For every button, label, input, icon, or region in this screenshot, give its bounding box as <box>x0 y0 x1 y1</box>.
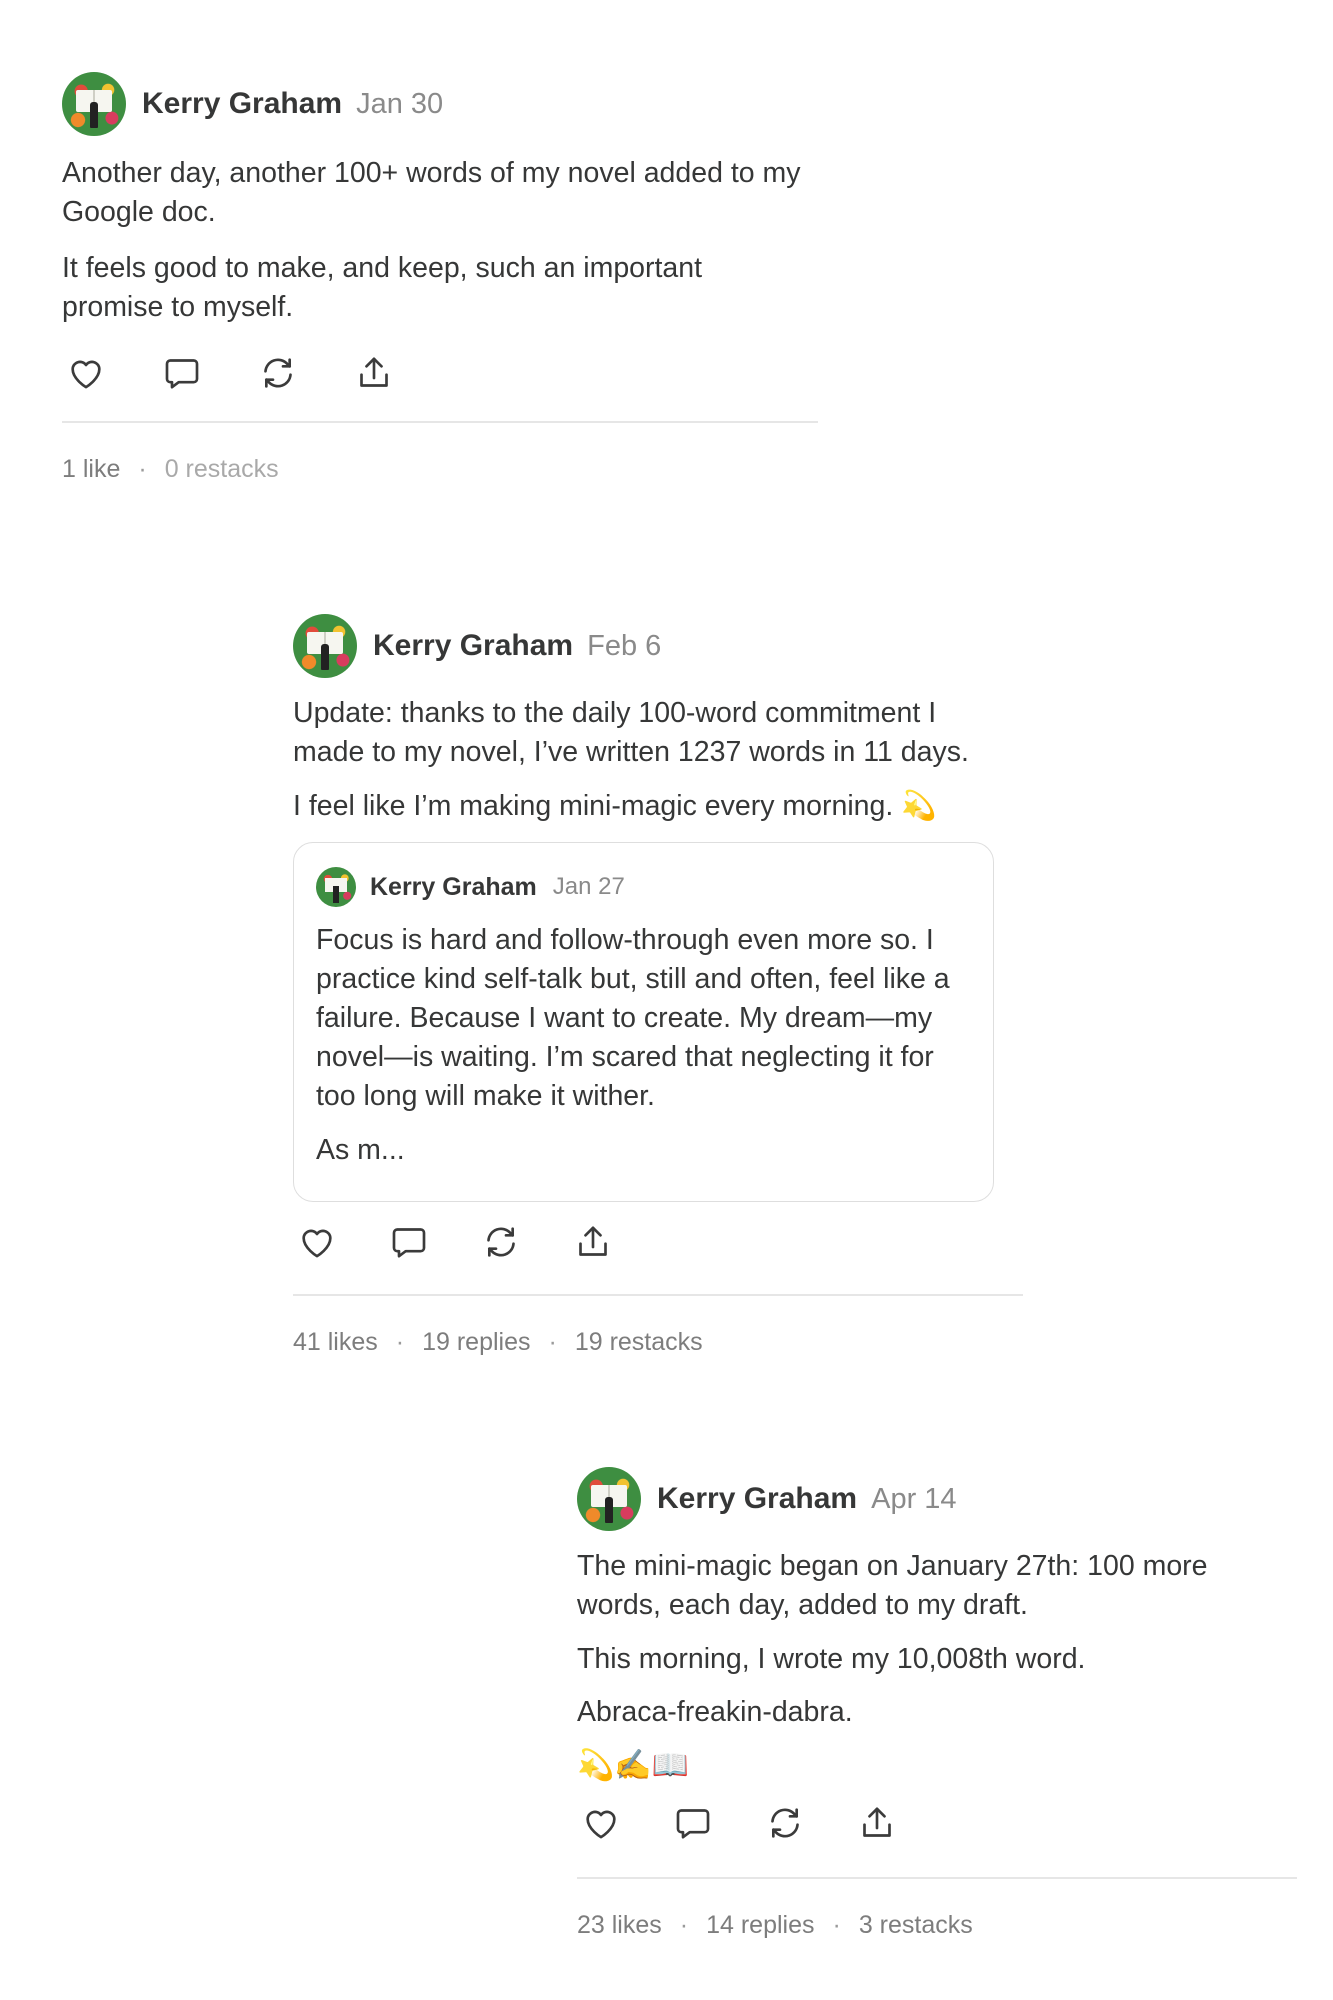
comment-icon <box>676 1809 710 1839</box>
share-button[interactable] <box>569 1218 617 1266</box>
note-2: Kerry Graham Feb 6 Update: thanks to the… <box>293 614 1033 1357</box>
note-date[interactable]: Jan 30 <box>356 88 443 121</box>
quoted-note-date: Jan 27 <box>552 873 625 900</box>
stat-separator: · <box>548 1328 557 1356</box>
comment-icon <box>165 359 199 389</box>
stat-separator: · <box>679 1911 689 1939</box>
quoted-note-paragraph: Focus is hard and follow-through even mo… <box>316 924 950 1112</box>
note-header: Kerry Graham Apr 14 <box>577 1467 1317 1531</box>
replies-count[interactable]: 14 replies <box>706 1911 814 1940</box>
divider <box>293 1294 1023 1296</box>
share-button[interactable] <box>853 1799 901 1847</box>
share-icon <box>360 357 388 387</box>
comment-button[interactable] <box>385 1218 433 1266</box>
likes-count[interactable]: 41 likes <box>293 1328 378 1357</box>
restacks-count[interactable]: 0 restacks <box>165 455 279 484</box>
share-icon <box>863 1807 891 1837</box>
author-name[interactable]: Kerry Graham <box>142 87 342 121</box>
note-stats: 23 likes · 14 replies · 3 restacks <box>577 1911 1317 1940</box>
action-bar <box>293 1218 633 1266</box>
quoted-author-name: Kerry Graham <box>370 872 537 901</box>
restack-icon <box>487 1227 515 1257</box>
note-header: Kerry Graham Jan 30 <box>62 72 822 136</box>
restack-icon <box>264 358 292 388</box>
likes-count[interactable]: 23 likes <box>577 1911 662 1940</box>
comment-icon <box>392 1228 426 1258</box>
action-bar <box>62 349 402 397</box>
author-name[interactable]: Kerry Graham <box>373 629 573 663</box>
comment-button[interactable] <box>158 349 206 397</box>
restacks-count[interactable]: 3 restacks <box>859 1911 973 1940</box>
divider <box>62 421 818 423</box>
replies-count[interactable]: 19 replies <box>422 1328 530 1357</box>
note-paragraph: It feels good to make, and keep, such an… <box>62 252 703 323</box>
avatar[interactable] <box>293 614 357 678</box>
avatar[interactable] <box>62 72 126 136</box>
note-date[interactable]: Apr 14 <box>871 1483 956 1516</box>
share-button[interactable] <box>350 349 398 397</box>
note-1: Kerry Graham Jan 30 Another day, another… <box>62 72 822 484</box>
stat-separator: · <box>395 1328 405 1356</box>
action-bar <box>577 1799 917 1847</box>
stat-separator: · <box>832 1911 841 1939</box>
note-paragraph: Update: thanks to the daily 100-word com… <box>293 697 969 768</box>
note-paragraph: This morning, I wrote my 10,008th word. <box>577 1643 1086 1675</box>
like-button[interactable] <box>293 1218 341 1266</box>
quoted-note-header: Kerry Graham Jan 27 <box>316 867 976 907</box>
comment-button[interactable] <box>669 1799 717 1847</box>
stat-separator: · <box>138 455 147 483</box>
heart-icon <box>302 1229 332 1258</box>
note-stats: 1 like · 0 restacks <box>62 455 822 484</box>
note-date[interactable]: Feb 6 <box>587 630 661 663</box>
divider <box>577 1877 1297 1879</box>
like-button[interactable] <box>62 349 110 397</box>
author-name[interactable]: Kerry Graham <box>657 1482 857 1516</box>
note-paragraph: Abraca-freakin-dabra. <box>577 1696 853 1728</box>
note-3: Kerry Graham Apr 14 The mini-magic began… <box>577 1467 1317 1940</box>
note-paragraph: Another day, another 100+ words of my no… <box>62 157 801 228</box>
likes-count[interactable]: 1 like <box>62 455 120 484</box>
like-button[interactable] <box>577 1799 625 1847</box>
restack-button[interactable] <box>254 349 302 397</box>
heart-icon <box>71 360 101 389</box>
restack-icon <box>771 1808 799 1838</box>
note-emoji-line: 💫✍️📖 <box>577 1748 690 1783</box>
share-icon <box>579 1226 607 1256</box>
note-header: Kerry Graham Feb 6 <box>293 614 1033 678</box>
restack-button[interactable] <box>477 1218 525 1266</box>
note-paragraph: I feel like I’m making mini-magic every … <box>293 790 937 822</box>
note-paragraph: The mini-magic began on January 27th: 10… <box>577 1550 1208 1621</box>
restacks-count[interactable]: 19 restacks <box>575 1328 703 1357</box>
heart-icon <box>586 1810 616 1839</box>
note-stats: 41 likes · 19 replies · 19 restacks <box>293 1328 1033 1357</box>
avatar[interactable] <box>577 1467 641 1531</box>
quoted-note-paragraph: As m... <box>316 1134 405 1166</box>
restack-button[interactable] <box>761 1799 809 1847</box>
quoted-note[interactable]: Kerry Graham Jan 27 Focus is hard and fo… <box>293 842 994 1202</box>
avatar <box>316 867 356 907</box>
